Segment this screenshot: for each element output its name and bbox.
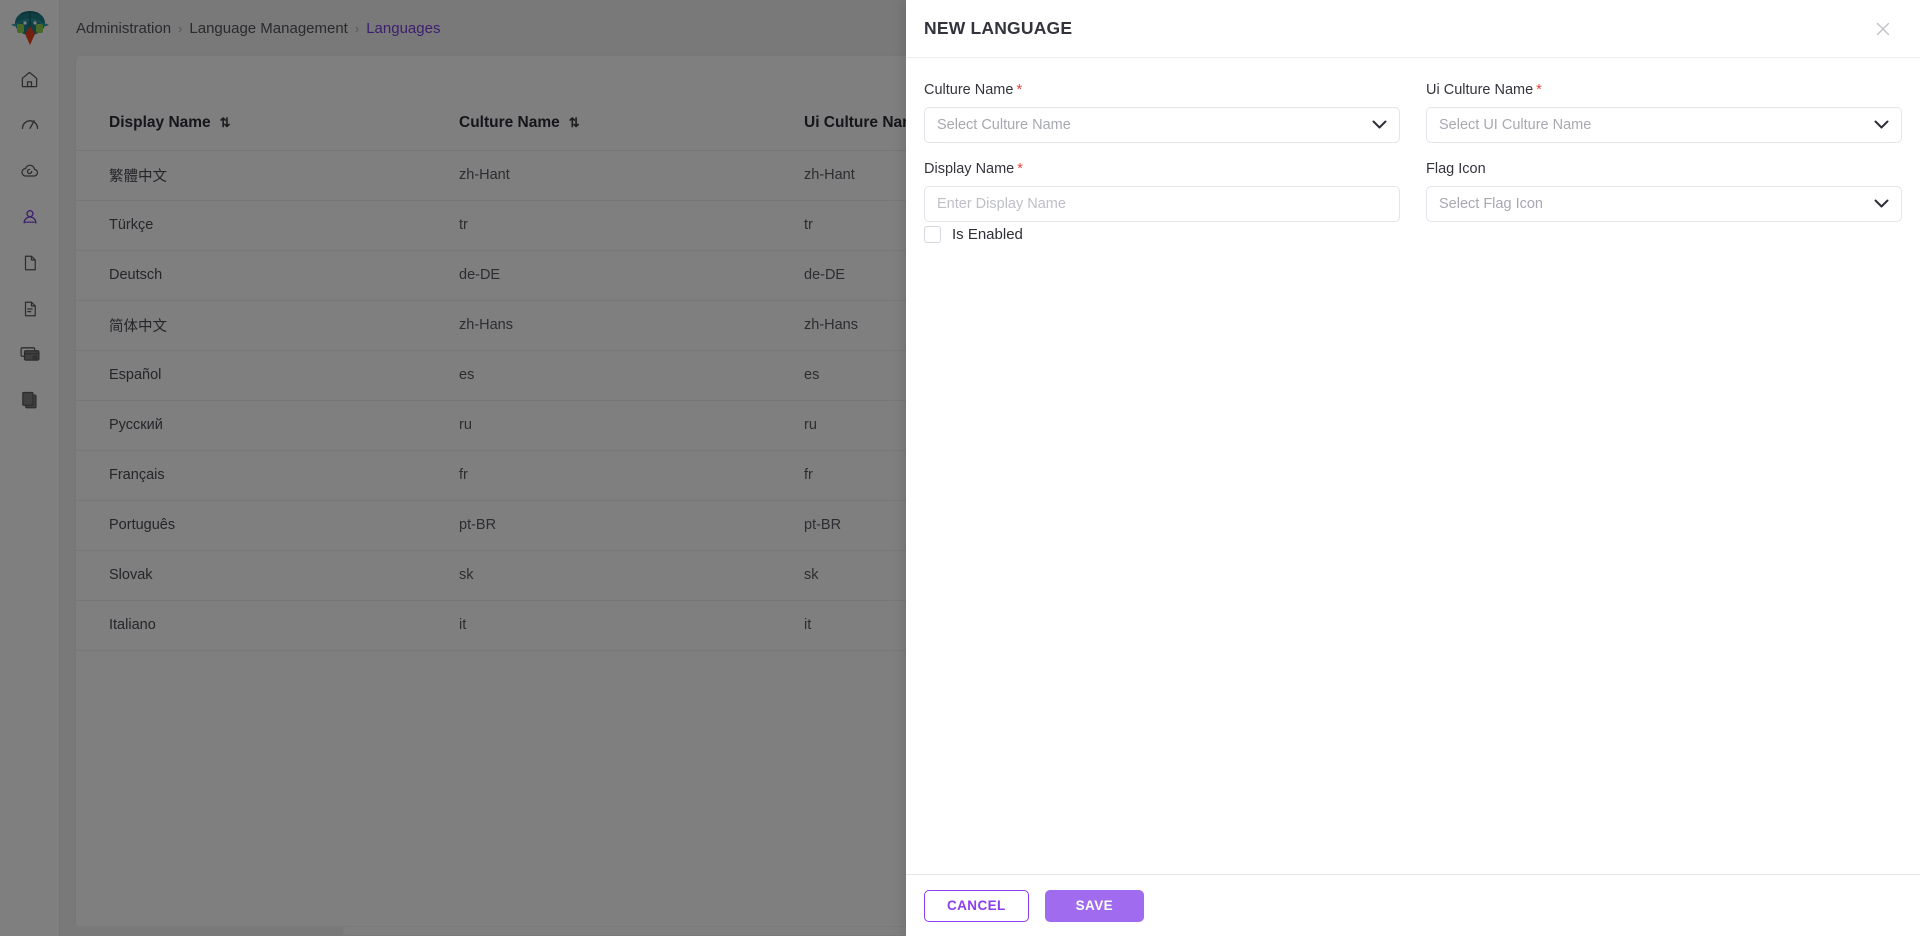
- save-button[interactable]: SAVE: [1044, 889, 1145, 922]
- drawer-title: NEW LANGUAGE: [924, 18, 1073, 38]
- ui-culture-name-placeholder: Select UI Culture Name: [1439, 117, 1592, 133]
- drawer-header: NEW LANGUAGE: [906, 0, 1920, 58]
- culture-name-placeholder: Select Culture Name: [937, 117, 1071, 133]
- display-name-placeholder: Enter Display Name: [937, 196, 1066, 212]
- label-text: Display Name: [924, 161, 1015, 177]
- chevron-down-icon: [1874, 116, 1889, 134]
- field-culture-name: Culture Name * Select Culture Name: [924, 82, 1400, 143]
- close-icon[interactable]: [1870, 16, 1896, 42]
- chevron-down-icon: [1372, 116, 1387, 134]
- display-name-input-wrap[interactable]: Enter Display Name: [924, 186, 1400, 222]
- label-ui-culture-name: Ui Culture Name *: [1426, 82, 1902, 98]
- label-display-name: Display Name *: [924, 161, 1400, 177]
- label-culture-name: Culture Name *: [924, 82, 1400, 98]
- modal-overlay[interactable]: [0, 0, 906, 936]
- is-enabled-row[interactable]: Is Enabled: [924, 226, 1400, 243]
- field-display-name: Display Name * Enter Display Name Is Enab…: [924, 161, 1400, 243]
- required-marker: *: [1017, 161, 1023, 177]
- flag-icon-select[interactable]: Select Flag Icon: [1426, 186, 1902, 222]
- culture-name-select[interactable]: Select Culture Name: [924, 107, 1400, 143]
- label-text: Culture Name: [924, 82, 1014, 98]
- required-marker: *: [1016, 82, 1023, 98]
- is-enabled-label: Is Enabled: [952, 226, 1023, 243]
- new-language-drawer: NEW LANGUAGE Culture Name * Select Cultur…: [906, 0, 1920, 936]
- field-ui-culture-name: Ui Culture Name * Select UI Culture Name: [1426, 82, 1902, 143]
- new-language-form: Culture Name * Select Culture Name Ui Cul…: [924, 82, 1902, 243]
- flag-icon-placeholder: Select Flag Icon: [1439, 196, 1543, 212]
- drawer-body: Culture Name * Select Culture Name Ui Cul…: [906, 58, 1920, 874]
- chevron-down-icon: [1874, 195, 1889, 213]
- field-flag-icon: Flag Icon Select Flag Icon: [1426, 161, 1902, 243]
- label-flag-icon: Flag Icon: [1426, 161, 1902, 177]
- cancel-button[interactable]: CANCEL: [924, 889, 1029, 922]
- is-enabled-checkbox[interactable]: [924, 226, 941, 243]
- label-text: Flag Icon: [1426, 161, 1486, 177]
- label-text: Ui Culture Name: [1426, 82, 1534, 98]
- required-marker: *: [1536, 82, 1542, 98]
- drawer-footer: CANCEL SAVE: [906, 874, 1920, 936]
- ui-culture-name-select[interactable]: Select UI Culture Name: [1426, 107, 1902, 143]
